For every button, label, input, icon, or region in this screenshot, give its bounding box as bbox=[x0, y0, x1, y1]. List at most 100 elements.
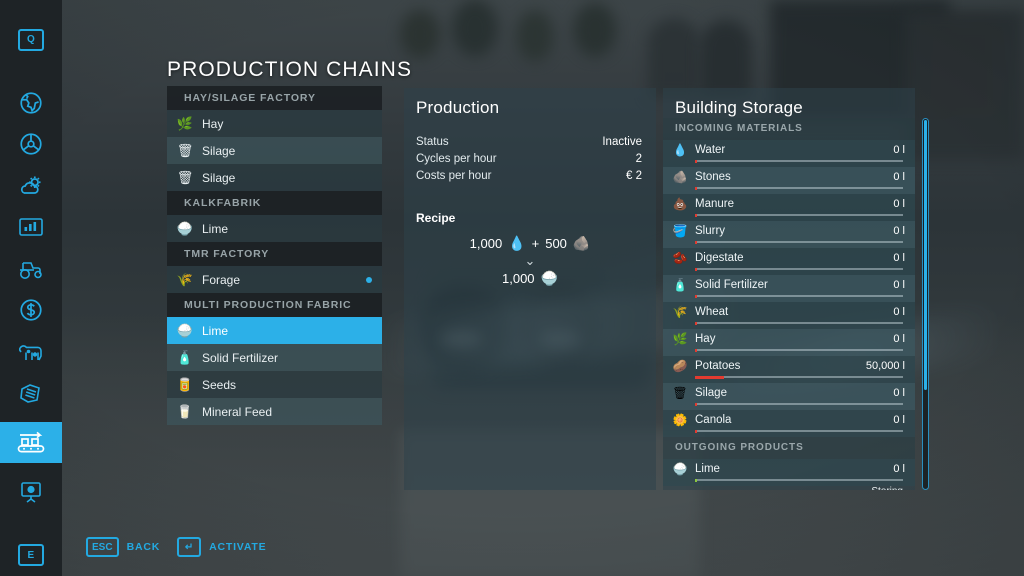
production-stat-value: Inactive bbox=[602, 136, 642, 148]
storage-row-label: Hay bbox=[695, 332, 716, 345]
storage-fill-bar bbox=[695, 321, 698, 325]
sidebar-item-contracts[interactable] bbox=[0, 373, 62, 415]
chain-list-item[interactable]: 🥛 Mineral Feed bbox=[167, 398, 382, 425]
storage-row[interactable]: 🪨 Stones 0 l bbox=[663, 167, 915, 194]
recipe-arrow-icon: ⌄ bbox=[524, 253, 536, 268]
chain-list-item[interactable]: 🌿 Hay bbox=[167, 110, 382, 137]
storage-row[interactable]: 🌼 Canola 0 l bbox=[663, 410, 915, 437]
storage-row-amount: 0 l bbox=[893, 386, 905, 399]
sidebar-item-finances[interactable] bbox=[0, 290, 62, 332]
lime-icon: 🍚 bbox=[176, 322, 194, 338]
help-key-icon: ↵ bbox=[177, 537, 202, 557]
sidebar-item-multiplayer[interactable] bbox=[0, 471, 62, 513]
production-stat-row: Status Inactive bbox=[416, 134, 642, 151]
recipe-input-amount: 500 bbox=[545, 236, 567, 251]
sidebar-item-vehicles[interactable] bbox=[0, 124, 62, 166]
chain-list-item[interactable]: 🍚 Lime bbox=[167, 215, 382, 242]
storage-panel-title: Building Storage bbox=[675, 98, 803, 117]
sidebar-item-map[interactable] bbox=[0, 82, 62, 124]
chain-list-item-label: Silage bbox=[202, 170, 236, 185]
storage-row-amount: 0 l bbox=[893, 305, 905, 318]
recipe-heading: Recipe bbox=[416, 211, 456, 225]
storage-fill-bar bbox=[695, 213, 698, 217]
storage-row-amount: 0 l bbox=[893, 170, 905, 183]
production-stat-label: Status bbox=[416, 136, 449, 148]
help-label: ACTIVATE bbox=[209, 541, 267, 553]
storage-row-top: 🧴 Solid Fertilizer 0 l bbox=[671, 275, 905, 294]
storage-row[interactable]: 🍚 Lime 0 l Storing bbox=[663, 459, 915, 490]
forage-icon: 🌾 bbox=[176, 271, 194, 287]
sidebar-item-vehicle-list[interactable] bbox=[0, 248, 62, 290]
storage-row-amount: 50,000 l bbox=[865, 359, 905, 372]
chain-list-item[interactable]: 🧴 Solid Fertilizer bbox=[167, 344, 382, 371]
key-q-icon: Q bbox=[18, 28, 44, 51]
lime-icon: 🍚 bbox=[672, 461, 688, 476]
building-storage-panel: Building Storage INCOMING MATERIALS 💧 Wate… bbox=[663, 88, 915, 490]
chain-list-item[interactable]: 🌾 Forage bbox=[167, 266, 382, 293]
storage-fill-bar-track bbox=[695, 348, 903, 352]
chain-list-item[interactable]: 🍚 Lime bbox=[167, 317, 382, 344]
storage-fill-bar-track bbox=[695, 375, 903, 379]
production-stat-row: Cycles per hour 2 bbox=[416, 151, 642, 168]
storage-fill-bar bbox=[695, 429, 698, 433]
storage-fill-bar-track bbox=[695, 267, 903, 271]
help-item[interactable]: ESC BACK bbox=[86, 537, 160, 557]
storage-row[interactable]: 🧴 Solid Fertilizer 0 l bbox=[663, 275, 915, 302]
sidebar-item-weather[interactable] bbox=[0, 165, 62, 207]
storage-scrollbar[interactable] bbox=[922, 118, 929, 490]
storage-row-top: 🗑 Silage 0 l bbox=[671, 383, 905, 402]
storage-row-top: 🌾 Wheat 0 l bbox=[671, 302, 905, 321]
chain-list-item[interactable]: 🗑 Silage bbox=[167, 164, 382, 191]
sidebar-item-interact-key[interactable]: E bbox=[0, 535, 62, 576]
sidebar-item-statistics[interactable] bbox=[0, 207, 62, 249]
sidebar-item-production[interactable] bbox=[0, 421, 62, 464]
storage-row-sublabel: Storing bbox=[871, 486, 903, 490]
storage-fill-bar-track bbox=[695, 186, 903, 190]
weather-icon bbox=[20, 176, 41, 194]
storage-row-amount: 0 l bbox=[893, 462, 905, 475]
storage-row[interactable]: 💧 Water 0 l bbox=[663, 140, 915, 167]
chain-list-item[interactable]: 🗑 Silage bbox=[167, 137, 382, 164]
storage-row-amount: 0 l bbox=[893, 332, 905, 345]
production-stat-label: Cycles per hour bbox=[416, 153, 497, 165]
storage-row[interactable]: 🫘 Digestate 0 l bbox=[663, 248, 915, 275]
storage-scroll-content: INCOMING MATERIALS 💧 Water 0 l 🪨 Stones 0 l 💩 Ma… bbox=[663, 118, 915, 490]
chain-list-item-label: Silage bbox=[202, 143, 236, 158]
storage-row[interactable]: 🗑 Silage 0 l bbox=[663, 383, 915, 410]
storage-fill-bar bbox=[695, 267, 698, 271]
chain-list-item-label: Solid Fertilizer bbox=[202, 350, 279, 365]
recipe-body: 1,000 💧 +500 🪨 ⌄ 1,000 🍚 bbox=[404, 225, 656, 287]
storage-fill-bar bbox=[695, 375, 725, 379]
storage-scrollbar-thumb[interactable] bbox=[924, 120, 927, 391]
recipe-output-amount: 1,000 bbox=[502, 271, 535, 286]
storage-row[interactable]: 💩 Manure 0 l bbox=[663, 194, 915, 221]
storage-row[interactable]: 🌾 Wheat 0 l bbox=[663, 302, 915, 329]
help-label: BACK bbox=[126, 541, 161, 553]
storage-row[interactable]: 🥔 Potatoes 50,000 l bbox=[663, 356, 915, 383]
sidebar-item-quick-menu-key[interactable]: Q bbox=[0, 19, 62, 61]
chain-list-item[interactable]: 🥫 Seeds bbox=[167, 371, 382, 398]
storage-row-amount: 0 l bbox=[893, 413, 905, 426]
storage-row-top: 🪣 Slurry 0 l bbox=[671, 221, 905, 240]
storage-row-top: 💧 Water 0 l bbox=[671, 140, 905, 159]
storage-row-label: Digestate bbox=[695, 251, 744, 264]
storage-row-label: Slurry bbox=[695, 224, 726, 237]
help-item[interactable]: ↵ ACTIVATE bbox=[177, 537, 266, 557]
chain-group-header: KALKFABRIK bbox=[167, 191, 382, 215]
storage-row-top: 🥔 Potatoes 50,000 l bbox=[671, 356, 905, 375]
storage-row-top: 🫘 Digestate 0 l bbox=[671, 248, 905, 267]
lime-icon: 🍚 bbox=[540, 270, 558, 286]
storage-row[interactable]: 🌿 Hay 0 l bbox=[663, 329, 915, 356]
storage-row-label: Water bbox=[695, 143, 726, 156]
storage-row[interactable]: 🪣 Slurry 0 l bbox=[663, 221, 915, 248]
storage-fill-bar-track bbox=[695, 294, 903, 298]
chain-list-item-label: Hay bbox=[202, 116, 224, 131]
production-stat-row: Costs per hour € 2 bbox=[416, 168, 642, 185]
canola-icon: 🌼 bbox=[672, 412, 688, 427]
storage-row-amount: 0 l bbox=[893, 224, 905, 237]
storage-fill-bar-track bbox=[695, 321, 903, 325]
recipe-inputs: 1,000 💧 +500 🪨 bbox=[404, 235, 656, 252]
sidebar-item-animals[interactable] bbox=[0, 331, 62, 373]
tractor-icon bbox=[20, 261, 42, 279]
stones-icon: 🪨 bbox=[572, 235, 591, 251]
